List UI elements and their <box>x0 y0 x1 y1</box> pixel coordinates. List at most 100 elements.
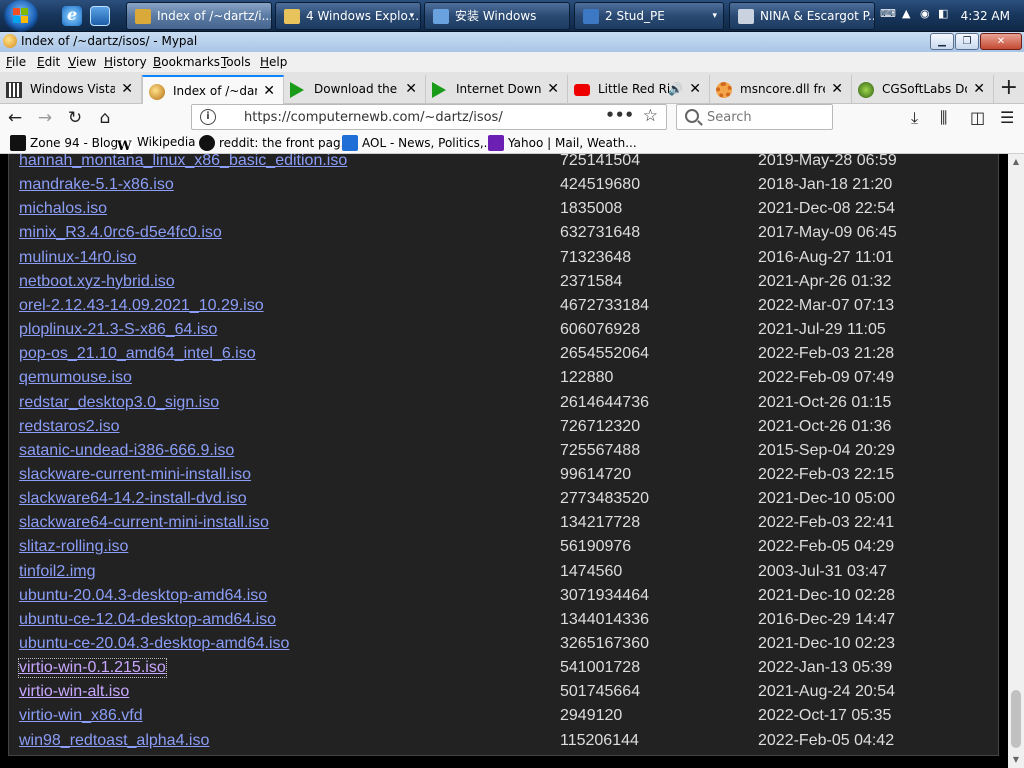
url-text[interactable]: https://computernewb.com/~dartz/isos/ <box>244 110 503 125</box>
menu-view[interactable]: View <box>68 55 96 69</box>
table-row: michalos.iso 1835008 2021-Dec-08 22:54 <box>9 199 999 223</box>
page-actions-icon[interactable]: ••• <box>605 106 634 124</box>
forward-button[interactable]: → <box>33 106 57 130</box>
vertical-scrollbar[interactable]: ▲ ▼ <box>1008 154 1024 768</box>
file-link[interactable]: ubuntu-20.04.3-desktop-amd64.iso <box>19 587 267 605</box>
file-link[interactable]: ubuntu-ce-20.04.3-desktop-amd64.iso <box>19 635 289 653</box>
volume-icon[interactable]: ◧ <box>938 7 948 20</box>
tab[interactable]: Little Red Ri 🔊 ✕ <box>568 75 710 104</box>
show-desktop-icon[interactable] <box>90 6 110 26</box>
menu-help[interactable]: Help <box>260 55 287 69</box>
tab-close-icon[interactable]: ✕ <box>689 75 701 103</box>
file-link[interactable]: mulinux-14r0.iso <box>19 249 136 267</box>
file-link[interactable]: slackware64-14.2-install-dvd.iso <box>19 490 247 508</box>
sidebar-icon[interactable]: ◫ <box>970 108 985 127</box>
scroll-thumb[interactable] <box>1011 690 1021 748</box>
search-input[interactable]: Search <box>676 104 833 130</box>
play-icon <box>432 82 446 98</box>
menu-hamburger-icon[interactable]: ☰ <box>1000 108 1014 127</box>
menu-history[interactable]: History <box>104 55 147 69</box>
taskbar-button[interactable]: NINA & Escargot P... <box>729 2 875 30</box>
file-link[interactable]: netboot.xyz-hybrid.iso <box>19 273 175 291</box>
menu-label-rest: dit <box>44 55 61 69</box>
clock[interactable]: 4:32 AM <box>961 2 1010 30</box>
tab[interactable]: Download the l ✕ <box>284 75 426 104</box>
keyboard-icon[interactable]: ⌨ <box>880 7 896 20</box>
tab-close-icon[interactable]: ✕ <box>405 75 417 103</box>
internet-explorer-icon[interactable] <box>62 5 82 26</box>
file-link[interactable]: win98_redtoast_alpha4.iso <box>19 732 209 750</box>
reload-button[interactable]: ↻ <box>63 106 87 130</box>
file-link[interactable]: orel-2.12.43-14.09.2021_10.29.iso <box>19 297 264 315</box>
tab[interactable]: Internet Downlo ✕ <box>426 75 568 104</box>
tab-close-icon[interactable]: ✕ <box>263 77 275 104</box>
file-link[interactable]: mandrake-5.1-x86.iso <box>19 176 174 194</box>
tab-close-icon[interactable]: ✕ <box>547 75 559 103</box>
file-link[interactable]: slackware64-current-mini-install.iso <box>19 514 269 532</box>
file-link[interactable]: slackware-current-mini-install.iso <box>19 466 251 484</box>
tab[interactable]: msncore.dll free ✕ <box>710 75 852 104</box>
downloads-icon[interactable]: ⤓ <box>911 108 918 128</box>
file-link[interactable]: redstaros2.iso <box>19 418 120 436</box>
bookmark-item[interactable]: AOL - News, Politics,... <box>342 135 495 151</box>
file-link[interactable]: michalos.iso <box>19 200 107 218</box>
bookmark-item[interactable]: Zone 94 - Blog <box>10 135 118 151</box>
file-link[interactable]: pop-os_21.10_amd64_intel_6.iso <box>19 345 256 363</box>
file-link[interactable]: hannah_montana_linux_x86_basic_edition.i… <box>19 154 347 170</box>
file-link[interactable]: ubuntu-ce-12.04-desktop-amd64.iso <box>19 611 276 629</box>
file-link[interactable]: slitaz-rolling.iso <box>19 538 128 556</box>
menu-file[interactable]: File <box>6 55 26 69</box>
start-button[interactable] <box>4 0 38 32</box>
file-date: 2022-Feb-09 07:49 <box>758 369 895 387</box>
bookmark-item[interactable]: W Wikipedia <box>117 135 196 155</box>
minimize-button[interactable]: ▁ <box>930 33 954 50</box>
file-size: 56190976 <box>560 538 632 556</box>
menu-label-rest: elp <box>269 55 288 69</box>
site-info-icon[interactable]: i <box>200 109 216 125</box>
taskbar-button[interactable]: 2 Stud_PE ▾ <box>574 2 724 30</box>
bookmark-label: Wikipedia <box>137 135 196 149</box>
file-link[interactable]: qemumouse.iso <box>19 369 132 387</box>
tab-bar: Windows Vista✕Index of /~dartz✕Download … <box>0 72 1024 104</box>
new-tab-button[interactable]: + <box>1000 74 1018 102</box>
maximize-button[interactable]: ❐ <box>955 33 979 50</box>
bookmark-item[interactable]: reddit: the front pag... <box>199 135 352 151</box>
taskbar-button[interactable]: 安装 Windows <box>424 2 570 30</box>
table-row: hannah_montana_linux_x86_basic_edition.i… <box>9 154 999 175</box>
dropdown-arrow-icon: ▾ <box>712 11 717 21</box>
tab-close-icon[interactable]: ✕ <box>831 75 843 103</box>
network-icon[interactable]: ◉ <box>920 7 930 20</box>
library-icon[interactable]: ⫼ <box>940 108 947 128</box>
tab[interactable]: Windows Vista ✕ <box>0 75 142 104</box>
file-link[interactable]: tinfoil2.img <box>19 563 95 581</box>
taskbar-button[interactable]: 4 Windows Explo... ▾ <box>275 2 421 30</box>
file-link[interactable]: ploplinux-21.3-S-x86_64.iso <box>19 321 217 339</box>
bookmark-item[interactable]: Yahoo | Mail, Weath... <box>488 135 637 151</box>
url-bar[interactable]: i https://computernewb.com/~dartz/isos/ … <box>191 104 667 130</box>
tab[interactable]: CGSoftLabs Dow ✕ <box>852 75 994 104</box>
scroll-up-arrow-icon[interactable]: ▲ <box>1008 154 1024 170</box>
menu-edit[interactable]: Edit <box>37 55 60 69</box>
file-link[interactable]: satanic-undead-i386-666.9.iso <box>19 442 234 460</box>
table-row: ubuntu-20.04.3-desktop-amd64.iso 30719344… <box>9 586 999 610</box>
menu-bookmarks[interactable]: Bookmarks <box>153 55 220 69</box>
tab[interactable]: Index of /~dartz ✕ <box>142 75 284 104</box>
tab-close-icon[interactable]: ✕ <box>121 75 133 103</box>
home-icon: ⌂ <box>99 108 111 128</box>
back-button[interactable]: ← <box>3 106 27 130</box>
file-date: 2021-Apr-26 01:32 <box>758 272 892 290</box>
close-button[interactable]: ✕ <box>980 33 1022 50</box>
menu-tools[interactable]: Tools <box>221 55 251 69</box>
file-link[interactable]: virtio-win_x86.vfd <box>19 707 143 725</box>
show-hidden-icons-chevron-icon[interactable]: ▲ <box>902 7 910 20</box>
speaker-icon[interactable]: 🔊 <box>668 75 683 103</box>
file-link[interactable]: virtio-win-0.1.215.iso <box>18 658 167 679</box>
file-link[interactable]: redstar_desktop3.0_sign.iso <box>19 394 219 412</box>
bookmark-star-icon[interactable]: ☆ <box>643 106 658 126</box>
taskbar-button[interactable]: Index of /~dartz/i... <box>126 2 272 30</box>
home-button[interactable]: ⌂ <box>93 106 117 130</box>
scroll-down-arrow-icon[interactable]: ▼ <box>1008 752 1024 768</box>
file-link[interactable]: minix_R3.4.0rc6-d5e4fc0.iso <box>19 224 222 242</box>
file-link[interactable]: virtio-win-alt.iso <box>19 683 129 701</box>
tab-close-icon[interactable]: ✕ <box>973 75 985 103</box>
